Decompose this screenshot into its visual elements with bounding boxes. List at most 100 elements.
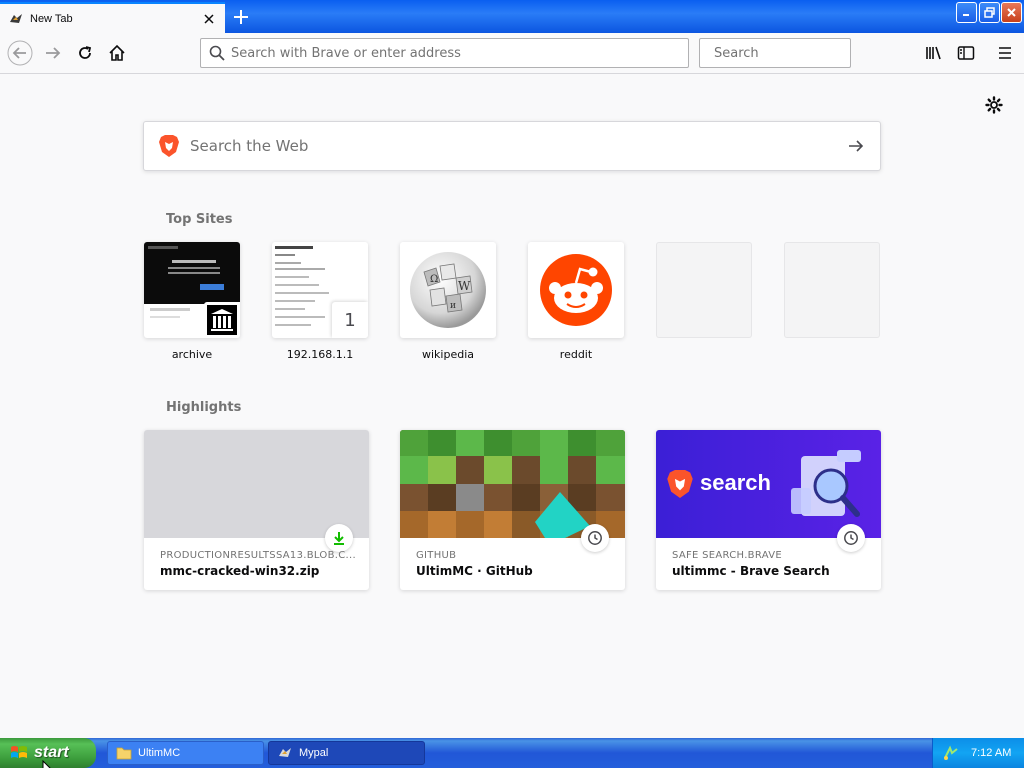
search-icon — [209, 45, 225, 61]
clock-icon — [588, 531, 602, 545]
svg-text:W: W — [458, 279, 471, 293]
taskbar-item-label: UltimMC — [138, 747, 181, 759]
highlight-preview — [144, 430, 369, 538]
web-search-box[interactable] — [143, 121, 881, 171]
library-icon — [926, 46, 941, 60]
top-site-router[interactable]: 1 192.168.1.1 — [272, 242, 368, 361]
brave-search-wordmark: search — [700, 470, 771, 495]
arrow-left-icon — [7, 40, 33, 66]
wikipedia-globe-icon: Ω W и — [410, 252, 486, 328]
tab-title: New Tab — [30, 12, 73, 25]
restore-icon — [984, 7, 995, 18]
top-site-empty-slot[interactable] — [656, 242, 752, 338]
svg-text:и: и — [450, 301, 456, 311]
highlight-type-badge — [837, 524, 865, 552]
highlight-preview — [400, 430, 625, 538]
windows-logo-icon — [11, 746, 27, 758]
search-bar[interactable] — [699, 38, 884, 68]
top-sites-heading: Top Sites — [166, 212, 233, 227]
plus-icon — [234, 10, 248, 24]
highlight-context: PRODUCTIONRESULTSSA13.BLOB.C... — [160, 550, 356, 561]
top-site-thumbnail: 1 — [272, 242, 368, 338]
browser-favicon-icon — [10, 13, 22, 23]
web-search-input[interactable] — [190, 137, 836, 155]
close-window-button[interactable] — [1001, 2, 1022, 23]
sidebar-icon — [957, 46, 975, 60]
taskbar-item-mypal[interactable]: Mypal — [268, 741, 425, 765]
highlight-title: UltimMC · GitHub — [416, 564, 533, 578]
address-bar[interactable] — [200, 38, 689, 68]
highlight-type-badge — [325, 524, 353, 552]
navigation-bar — [0, 33, 1024, 74]
gear-icon — [985, 96, 1003, 114]
svg-text:Ω: Ω — [430, 274, 438, 285]
restore-button[interactable] — [979, 2, 1000, 23]
top-site-placeholder — [784, 242, 880, 338]
top-site-wikipedia[interactable]: Ω W и wikipedia — [400, 242, 496, 361]
download-icon — [334, 532, 344, 545]
newtab-settings-button[interactable] — [983, 94, 1005, 116]
top-site-thumbnail: Ω W и — [400, 242, 496, 338]
arrow-right-icon — [849, 140, 864, 152]
highlight-card-github[interactable]: GITHUB UltimMC · GitHub — [400, 430, 625, 590]
brave-logo-icon — [667, 470, 693, 498]
pixel-grass-image — [400, 430, 625, 538]
close-icon — [1007, 8, 1016, 17]
search-input[interactable] — [714, 45, 884, 61]
sidebar-button[interactable] — [952, 39, 980, 67]
brave-logo-icon — [159, 135, 179, 157]
new-tab-button[interactable] — [229, 5, 253, 29]
highlight-preview: search — [656, 430, 881, 538]
title-bar: New Tab — [0, 0, 1024, 33]
mouse-cursor-icon — [42, 760, 51, 768]
magnifier-illustration-icon — [791, 450, 861, 517]
back-button[interactable] — [6, 39, 34, 67]
taskbar: start UltimMC Mypal 7:12 AM — [0, 738, 1024, 768]
clock-icon — [844, 531, 858, 545]
close-icon — [204, 13, 214, 24]
highlight-card-brave-search[interactable]: search SAFE SEARCH.BRAVE ultimmc - Brave… — [656, 430, 881, 590]
highlight-title: ultimmc - Brave Search — [672, 564, 830, 578]
highlight-type-badge — [581, 524, 609, 552]
tray-clock[interactable]: 7:12 AM — [971, 747, 1011, 759]
highlight-context: GITHUB — [416, 550, 457, 561]
reload-icon — [79, 46, 92, 59]
reload-button[interactable] — [71, 39, 99, 67]
reddit-logo-icon — [540, 254, 612, 326]
minimize-button[interactable] — [956, 2, 977, 23]
top-site-empty-slot[interactable] — [784, 242, 880, 338]
top-site-reddit[interactable]: reddit — [528, 242, 624, 361]
top-site-thumbnail — [144, 242, 240, 338]
highlight-context: SAFE SEARCH.BRAVE — [672, 550, 782, 561]
top-site-thumbnail — [528, 242, 624, 338]
hamburger-menu-icon — [999, 47, 1011, 59]
minimize-icon — [963, 14, 969, 16]
taskbar-item-ultimmc[interactable]: UltimMC — [107, 741, 264, 765]
top-site-label: archive — [171, 348, 213, 361]
archive-building-icon — [207, 305, 237, 335]
home-button[interactable] — [103, 39, 131, 67]
highlights-heading: Highlights — [166, 400, 242, 415]
close-tab-button[interactable] — [199, 9, 219, 29]
forward-button[interactable] — [39, 39, 67, 67]
browser-favicon-icon — [279, 748, 291, 757]
top-site-badge: 1 — [344, 309, 356, 331]
top-site-label: reddit — [559, 348, 593, 361]
taskbar-item-label: Mypal — [299, 747, 329, 759]
address-input[interactable] — [231, 45, 688, 61]
top-site-placeholder — [656, 242, 752, 338]
highlight-title: mmc-cracked-win32.zip — [160, 564, 320, 578]
top-site-label: 192.168.1.1 — [286, 348, 354, 361]
top-site-label: wikipedia — [421, 348, 474, 361]
library-button[interactable] — [920, 39, 948, 67]
tab-new-tab[interactable]: New Tab — [0, 2, 225, 33]
top-site-archive[interactable]: archive — [144, 242, 240, 361]
tray-network-icon[interactable] — [943, 745, 959, 761]
system-tray: 7:12 AM — [932, 738, 1024, 768]
folder-icon — [116, 747, 132, 760]
highlight-card-download[interactable]: PRODUCTIONRESULTSSA13.BLOB.C... mmc-crac… — [144, 430, 369, 590]
home-icon — [109, 44, 125, 61]
search-submit-button[interactable] — [836, 126, 876, 166]
arrow-right-icon — [46, 47, 61, 59]
menu-button[interactable] — [991, 39, 1019, 67]
